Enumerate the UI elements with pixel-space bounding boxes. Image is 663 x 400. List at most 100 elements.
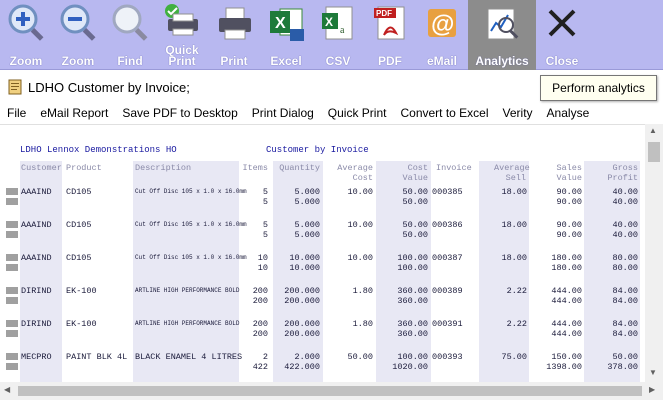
row-marker[interactable] [6,330,18,337]
cell-invoice: 000393 [432,352,463,362]
row-marker[interactable] [6,188,18,195]
report-company: LDHO Lennox Demonstrations HO [20,145,177,155]
cell-gross-profit-total: 40.00 [612,230,638,240]
cell-average-sell: 18.00 [501,220,527,230]
cell-sales-value-total: 444.00 [551,329,582,339]
csv-button[interactable]: Xa CSV [312,0,364,70]
col-average-sell: Average Sell [494,163,530,183]
cell-cost-value: 360.00 [397,319,428,329]
cell-product: EK-100 [66,319,97,329]
cell-cost-value: 360.00 [397,286,428,296]
col-gross-profit: Gross Profit [607,163,638,183]
cell-quantity: 200.000 [284,319,320,329]
row-marker[interactable] [6,198,18,205]
row-marker[interactable] [6,264,18,271]
col-customer: Customer [21,163,62,173]
excel-button[interactable]: X Excel [260,0,312,70]
report-name: Customer by Invoice [266,145,369,155]
cell-gross-profit-total: 84.00 [612,296,638,306]
find-button[interactable]: Find [104,0,156,70]
col-items: Items [242,163,268,173]
row-marker[interactable] [6,353,18,360]
cell-description: BLACK ENAMEL 4 LITRES [135,352,243,362]
close-button[interactable]: Close [536,0,588,70]
print-button[interactable]: Print [208,0,260,70]
print-label: Print [220,54,248,68]
scroll-left-icon[interactable]: ◀ [4,385,10,394]
cell-items-total: 10 [257,263,268,273]
cell-average-cost: 50.00 [347,352,373,362]
cell-invoice: 000387 [432,253,463,263]
menu-verity[interactable]: Verity [496,106,540,120]
cell-average-cost: 10.00 [347,187,373,197]
cell-average-sell: 18.00 [501,253,527,263]
analytics-button[interactable]: Analytics [468,0,536,70]
zoom-out-button[interactable]: Zoom [52,0,104,70]
svg-text:a: a [340,25,345,36]
horizontal-scroll-thumb[interactable] [18,386,642,396]
scroll-right-icon[interactable]: ▶ [649,385,655,394]
email-button[interactable]: @ eMail [416,0,468,70]
cell-gross-profit-total: 80.00 [612,263,638,273]
document-icon [8,79,22,95]
cell-cost-value-total: 360.00 [397,296,428,306]
svg-text:PDF: PDF [376,9,392,18]
row-marker[interactable] [6,320,18,327]
quick-print-button[interactable]: Quick Print [156,0,208,70]
menu-email-report[interactable]: eMail Report [33,106,115,120]
menu-convert-excel[interactable]: Convert to Excel [393,106,495,120]
menu-bar: File eMail Report Save PDF to Desktop Pr… [0,102,663,124]
analytics-icon [480,3,524,43]
cell-cost-value: 100.00 [397,352,428,362]
cell-quantity-total: 5.000 [294,230,320,240]
pdf-button[interactable]: PDF PDF [364,0,416,70]
cell-quantity: 200.000 [284,286,320,296]
cell-invoice: 000386 [432,220,463,230]
window-title: LDHO Customer by Invoice; [28,79,190,95]
cell-quantity: 5.000 [294,187,320,197]
scroll-up-icon[interactable]: ▲ [649,126,657,135]
cell-sales-value: 444.00 [551,286,582,296]
menu-file[interactable]: File [0,106,33,120]
menu-quick-print[interactable]: Quick Print [321,106,394,120]
cell-customer: AAAIND [21,187,52,197]
row-marker[interactable] [6,231,18,238]
cell-customer: AAAIND [21,253,52,263]
cell-quantity-total: 5.000 [294,197,320,207]
menu-save-pdf[interactable]: Save PDF to Desktop [115,106,244,120]
cell-gross-profit: 40.00 [612,187,638,197]
cell-quantity: 10.000 [289,253,320,263]
svg-text:@: @ [431,11,454,38]
cell-gross-profit-total: 40.00 [612,197,638,207]
scroll-down-icon[interactable]: ▼ [649,368,657,377]
cell-gross-profit: 40.00 [612,220,638,230]
menu-analyse[interactable]: Analyse [540,106,597,120]
cell-sales-value-total: 1398.00 [546,362,582,372]
pdf-label: PDF [378,54,402,68]
cell-items-total: 200 [252,296,268,306]
col-average-cost: Average Cost [337,163,373,183]
row-marker[interactable] [6,363,18,370]
cell-gross-profit: 84.00 [612,319,638,329]
analytics-tooltip: Perform analytics [540,75,657,101]
vertical-scrollbar[interactable]: ▲ ▼ [645,124,663,382]
cell-cost-value: 100.00 [397,253,428,263]
cell-sales-value-total: 90.00 [556,197,582,207]
row-marker[interactable] [6,254,18,261]
cell-customer: AAAIND [21,220,52,230]
row-marker[interactable] [6,297,18,304]
cell-average-sell: 2.22 [506,319,527,329]
row-marker[interactable] [6,287,18,294]
row-marker[interactable] [6,221,18,228]
vertical-scroll-thumb[interactable] [648,142,660,162]
cell-cost-value-total: 1020.00 [392,362,428,372]
horizontal-scrollbar[interactable]: ◀ ▶ [0,382,663,400]
print-icon [212,3,256,43]
quick-print-label: Quick Print [165,43,199,68]
email-icon: @ [420,3,464,43]
cell-sales-value-total: 444.00 [551,296,582,306]
menu-print-dialog[interactable]: Print Dialog [245,106,321,120]
cell-sales-value: 90.00 [556,220,582,230]
cell-cost-value: 50.00 [402,220,428,230]
zoom-in-button[interactable]: Zoom [0,0,52,70]
